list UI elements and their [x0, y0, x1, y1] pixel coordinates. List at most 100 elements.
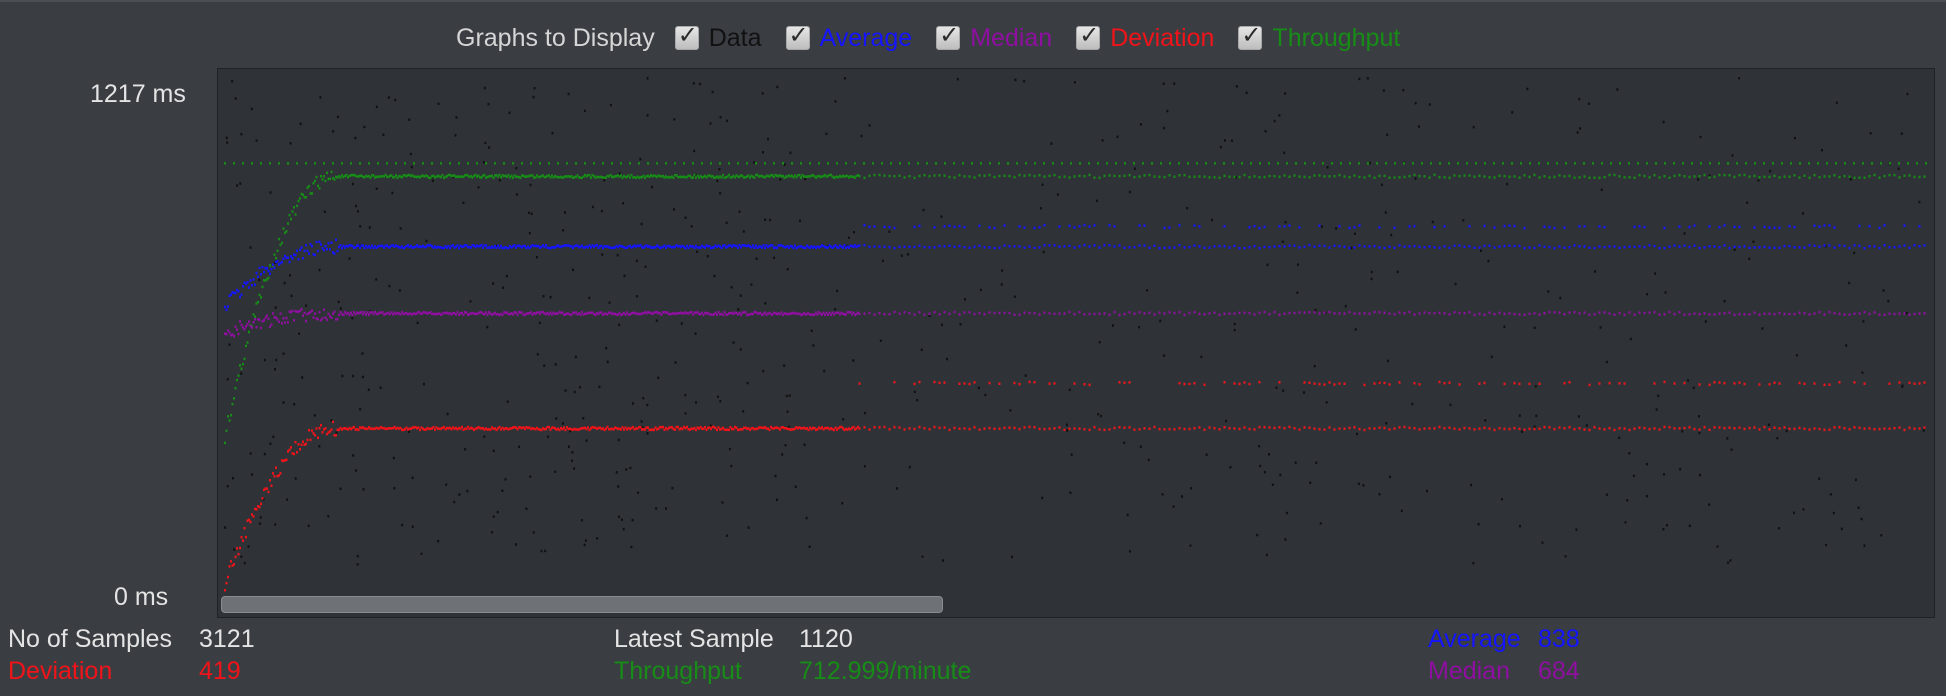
throughput-point — [1844, 162, 1846, 165]
data-toggle[interactable]: ✓ Data — [674, 21, 762, 51]
deviation-point — [1438, 425, 1441, 429]
throughput-point — [948, 175, 951, 179]
throughput-point — [903, 176, 906, 179]
median-checkbox[interactable]: ✓ — [936, 23, 961, 50]
deviation-point — [245, 535, 247, 539]
median-point — [1068, 310, 1071, 314]
deviation-point — [958, 427, 961, 430]
median-point — [1733, 313, 1736, 317]
data-point — [1757, 179, 1760, 182]
throughput-point — [1826, 162, 1828, 165]
median-point — [368, 313, 370, 317]
average-point — [1518, 244, 1521, 248]
average-point — [1023, 246, 1026, 249]
average-point — [1718, 246, 1721, 249]
deviation-point — [1678, 427, 1681, 430]
average-point — [943, 225, 946, 228]
deviation-point — [1673, 427, 1676, 430]
median-point — [1293, 311, 1296, 315]
average-point — [330, 241, 333, 244]
median-point — [1178, 310, 1181, 314]
data-point — [1906, 92, 1909, 96]
checkmark-icon: ✓ — [677, 21, 698, 49]
deviation-toggle[interactable]: ✓ Deviation — [1076, 23, 1214, 51]
graph-canvas — [224, 77, 1927, 592]
y-axis-min-label: 0 ms — [114, 583, 169, 611]
average-point — [883, 225, 886, 229]
data-point — [922, 208, 925, 212]
median-point — [953, 310, 956, 314]
average-point — [1108, 244, 1111, 247]
throughput-point — [1103, 174, 1106, 178]
median-toggle[interactable]: ✓ Median — [936, 23, 1052, 51]
median-point — [717, 310, 720, 314]
deviation-point — [1238, 382, 1241, 386]
throughput-point — [1308, 176, 1311, 179]
data-point — [1918, 200, 1921, 204]
throughput-point — [620, 162, 622, 165]
data-point — [651, 185, 654, 189]
deviation-point — [1203, 428, 1206, 431]
average-point — [1533, 246, 1536, 250]
median-point — [1318, 312, 1321, 315]
median-point — [1163, 312, 1166, 315]
data-point — [1662, 120, 1665, 124]
deviation-point — [1848, 428, 1851, 431]
average-toggle[interactable]: ✓ Average — [785, 23, 912, 51]
average-point — [1123, 246, 1126, 250]
average-point — [1788, 224, 1791, 228]
deviation-point — [1473, 428, 1476, 431]
data-point — [518, 445, 520, 449]
data-point — [1380, 183, 1383, 186]
median-point — [968, 311, 971, 314]
median-point — [291, 309, 294, 313]
throughput-point — [1803, 174, 1806, 177]
deviation-point — [1573, 427, 1576, 431]
deviation-point — [1873, 428, 1876, 431]
average-point — [1163, 226, 1166, 230]
deviation-point — [933, 380, 936, 384]
throughput-checkbox[interactable]: ✓ — [1238, 23, 1263, 50]
throughput-point — [329, 177, 331, 181]
deviation-point — [1003, 426, 1006, 430]
throughput-point — [588, 174, 591, 177]
horizontal-scrollbar[interactable] — [221, 596, 943, 613]
throughput-point — [1873, 173, 1876, 177]
throughput-point — [1115, 162, 1117, 165]
average-checkbox[interactable]: ✓ — [785, 23, 810, 50]
deviation-point — [1523, 428, 1526, 431]
data-checkbox[interactable]: ✓ — [674, 21, 699, 50]
average-point — [1393, 246, 1396, 250]
median-point — [366, 311, 369, 314]
deviation-point — [269, 479, 271, 482]
deviation-point — [893, 425, 896, 429]
median-point — [863, 312, 866, 315]
data-point — [721, 501, 724, 504]
deviation-point — [1098, 428, 1101, 431]
average-point — [858, 244, 861, 247]
median-point — [1683, 313, 1686, 316]
average-point — [291, 257, 294, 260]
deviation-checkbox[interactable]: ✓ — [1076, 23, 1101, 50]
median-point — [300, 308, 303, 311]
throughput-point — [318, 187, 321, 190]
data-point — [1396, 270, 1399, 274]
throughput-point — [973, 176, 976, 179]
median-point — [323, 308, 325, 311]
data-point — [1861, 371, 1864, 374]
average-point — [234, 291, 237, 295]
average-point — [1598, 225, 1601, 228]
throughput-toggle[interactable]: ✓ Throughput — [1238, 23, 1400, 51]
average-point — [1088, 225, 1091, 228]
deviation-point — [1738, 426, 1741, 429]
data-point — [551, 131, 554, 135]
throughput-point — [1727, 162, 1729, 165]
data-point — [1860, 517, 1863, 521]
deviation-point — [1673, 382, 1676, 385]
median-point — [237, 332, 240, 336]
median-point — [1363, 312, 1366, 315]
throughput-point — [746, 162, 748, 165]
deviation-point — [1723, 381, 1726, 385]
average-point — [1863, 246, 1866, 250]
throughput-point — [854, 162, 856, 165]
